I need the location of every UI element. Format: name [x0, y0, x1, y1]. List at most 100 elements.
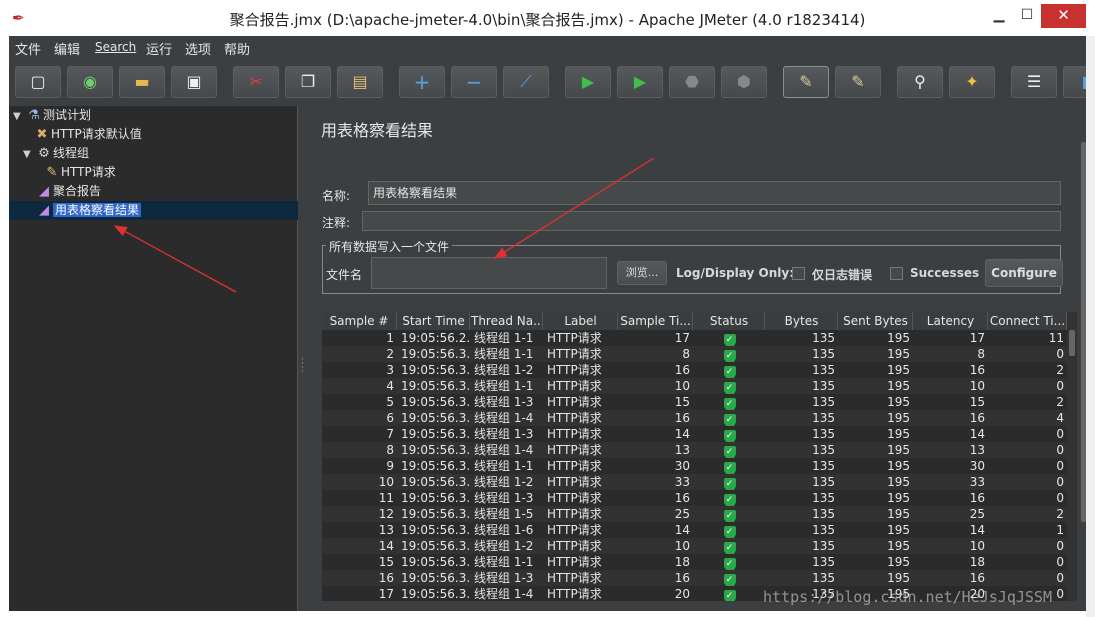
- table-row[interactable]: 7 19:05:56.3... 线程组 1-3 HTTP请求 14 ✓ 135 195 14 0: [322, 426, 1067, 442]
- table-row[interactable]: 1 19:05:56.2... 线程组 1-1 HTTP请求 17 ✓ 135 195 17 11: [322, 330, 1067, 346]
- table-row[interactable]: 11 19:05:56.3... 线程组 1-3 HTTP请求 16 ✓ 135 195 16 0: [322, 490, 1067, 506]
- menu-options[interactable]: 选项: [185, 39, 211, 58]
- cell-label: HTTP请求: [547, 363, 602, 377]
- table-row[interactable]: 3 19:05:56.3... 线程组 1-2 HTTP请求 16 ✓ 135 195 16 2: [322, 362, 1067, 378]
- table-row[interactable]: 2 19:05:56.3... 线程组 1-1 HTTP请求 8 ✓ 135 195 8 0: [322, 346, 1067, 362]
- column-header-bytes[interactable]: Bytes: [766, 312, 838, 330]
- save-icon[interactable]: ▣: [171, 66, 217, 98]
- column-header-thread-name[interactable]: Thread Na...: [471, 312, 543, 330]
- cell-sample-number: 6: [386, 411, 394, 425]
- tree-item-http-request[interactable]: ✎ HTTP请求: [43, 163, 116, 182]
- help-icon[interactable]: ▮: [1063, 66, 1086, 98]
- tree-item-http-defaults[interactable]: ✖ HTTP请求默认值: [33, 125, 142, 144]
- cell-start-time: 19:05:56.3...: [401, 395, 470, 409]
- cell-thread-name: 线程组 1-1: [474, 331, 534, 345]
- search-icon[interactable]: ⚲: [897, 66, 943, 98]
- column-header-sample-number[interactable]: Sample #: [322, 312, 397, 330]
- column-header-sent-bytes[interactable]: Sent Bytes: [839, 312, 913, 330]
- cell-latency: 16: [969, 411, 985, 425]
- name-field[interactable]: 用表格察看结果: [368, 181, 1061, 205]
- shield-check-icon: ✓: [723, 462, 736, 474]
- table-row[interactable]: 14 19:05:56.3... 线程组 1-2 HTTP请求 10 ✓ 135 195 10 0: [322, 538, 1067, 554]
- column-header-status[interactable]: Status: [694, 312, 765, 330]
- configure-button[interactable]: Configure: [985, 259, 1063, 287]
- table-row[interactable]: 8 19:05:56.3... 线程组 1-4 HTTP请求 13 ✓ 135 195 13 0: [322, 442, 1067, 458]
- cell-start-time: 19:05:56.3...: [401, 475, 470, 489]
- shutdown-icon[interactable]: ⬢: [721, 66, 767, 98]
- menu-bar: 文件 编辑 Search 运行 选项 帮助: [9, 36, 1086, 59]
- cell-bytes: 135: [812, 395, 835, 409]
- column-header-start-time[interactable]: Start Time: [398, 312, 470, 330]
- comment-field[interactable]: [362, 211, 1061, 231]
- table-row[interactable]: 10 19:05:56.3... 线程组 1-2 HTTP请求 33 ✓ 135 195 33 0: [322, 474, 1067, 490]
- clear-all-icon[interactable]: ✎: [835, 66, 881, 98]
- start-icon[interactable]: ▶: [565, 66, 611, 98]
- collapse-toggle-icon[interactable]: ▼: [23, 145, 35, 164]
- minimize-button[interactable]: ▁: [988, 4, 1010, 28]
- table-row[interactable]: 5 19:05:56.3... 线程组 1-3 HTTP请求 15 ✓ 135 195 15 2: [322, 394, 1067, 410]
- status-cell: ✓: [694, 346, 765, 362]
- column-header-connect-time[interactable]: Connect Ti...: [989, 312, 1067, 330]
- open-icon[interactable]: ▬: [119, 66, 165, 98]
- table-row[interactable]: 6 19:05:56.3... 线程组 1-4 HTTP请求 16 ✓ 135 195 16 4: [322, 410, 1067, 426]
- table-row[interactable]: 16 19:05:56.3... 线程组 1-3 HTTP请求 16 ✓ 135 195 16 0: [322, 570, 1067, 586]
- table-row[interactable]: 4 19:05:56.3... 线程组 1-1 HTTP请求 10 ✓ 135 195 10 0: [322, 378, 1067, 394]
- copy-icon[interactable]: ❐: [285, 66, 331, 98]
- expand-icon[interactable]: +: [399, 66, 445, 98]
- cell-connect-time: 11: [1048, 331, 1064, 345]
- cell-bytes: 135: [812, 507, 835, 521]
- menu-run[interactable]: 运行: [146, 39, 172, 58]
- jmeter-window: 文件 编辑 Search 运行 选项 帮助 ▢ ◉ ▬ ▣ ✂ ❐ ▤ + − …: [9, 36, 1086, 611]
- cell-sample-number: 12: [378, 507, 394, 521]
- filename-field[interactable]: [371, 257, 607, 289]
- cell-bytes: 135: [812, 491, 835, 505]
- stop-icon[interactable]: ⬣: [669, 66, 715, 98]
- start-no-pause-icon[interactable]: ▶: [617, 66, 663, 98]
- templates-icon[interactable]: ◉: [67, 66, 113, 98]
- tree-item-thread-group[interactable]: ▼ ⚙ 线程组: [23, 144, 89, 163]
- cell-latency: 14: [969, 427, 985, 441]
- column-header-label[interactable]: Label: [544, 312, 618, 330]
- menu-file[interactable]: 文件: [15, 39, 41, 58]
- toggle-icon[interactable]: ⟋: [503, 66, 549, 98]
- cell-sample-number: 1: [386, 331, 394, 345]
- cell-thread-name: 线程组 1-1: [474, 459, 534, 473]
- table-row[interactable]: 15 19:05:56.3... 线程组 1-1 HTTP请求 18 ✓ 135 195 18 0: [322, 554, 1067, 570]
- tree-item-view-results-table[interactable]: ◢ 用表格察看结果: [9, 201, 298, 220]
- cell-sample-number: 11: [378, 491, 394, 505]
- menu-search[interactable]: Search: [95, 40, 136, 54]
- cell-sample-time: 30: [674, 459, 690, 473]
- table-row[interactable]: 9 19:05:56.3... 线程组 1-1 HTTP请求 30 ✓ 135 195 30 0: [322, 458, 1067, 474]
- cut-icon[interactable]: ✂: [233, 66, 279, 98]
- collapse-icon[interactable]: −: [451, 66, 497, 98]
- successes-checkbox[interactable]: [890, 267, 903, 280]
- status-cell: ✓: [694, 458, 765, 474]
- browse-button[interactable]: 浏览...: [617, 261, 667, 285]
- shield-check-icon: ✓: [723, 494, 736, 506]
- cell-latency: 33: [969, 475, 985, 489]
- cell-start-time: 19:05:56.3...: [401, 427, 470, 441]
- menu-edit[interactable]: 编辑: [54, 39, 80, 58]
- close-button[interactable]: ✕: [1041, 4, 1086, 28]
- errors-checkbox[interactable]: [792, 267, 805, 280]
- column-header-latency[interactable]: Latency: [914, 312, 988, 330]
- column-header-sample-time[interactable]: Sample Ti...: [619, 312, 693, 330]
- maximize-button[interactable]: ☐: [1016, 4, 1038, 28]
- paste-icon[interactable]: ▤: [337, 66, 383, 98]
- new-icon[interactable]: ▢: [15, 66, 61, 98]
- table-row[interactable]: 13 19:05:56.3... 线程组 1-6 HTTP请求 14 ✓ 135 195 14 1: [322, 522, 1067, 538]
- tree-item-test-plan[interactable]: ▼ ⚗ 测试计划: [13, 106, 91, 125]
- status-cell: ✓: [694, 570, 765, 586]
- clear-icon[interactable]: ✎: [783, 66, 829, 98]
- table-scrollbar-thumb[interactable]: [1069, 330, 1075, 356]
- function-helper-icon[interactable]: ☰: [1011, 66, 1057, 98]
- cell-sent-bytes: 195: [887, 427, 910, 441]
- table-row[interactable]: 12 19:05:56.3... 线程组 1-5 HTTP请求 25 ✓ 135 195 25 2: [322, 506, 1067, 522]
- reset-search-icon[interactable]: ✦: [949, 66, 995, 98]
- collapse-toggle-icon[interactable]: ▼: [13, 107, 25, 126]
- menu-help[interactable]: 帮助: [224, 39, 250, 58]
- tree-item-aggregate-report[interactable]: ◢ 聚合报告: [35, 182, 101, 201]
- cell-label: HTTP请求: [547, 555, 602, 569]
- tree-item-label: HTTP请求默认值: [51, 127, 142, 141]
- cell-label: HTTP请求: [547, 411, 602, 425]
